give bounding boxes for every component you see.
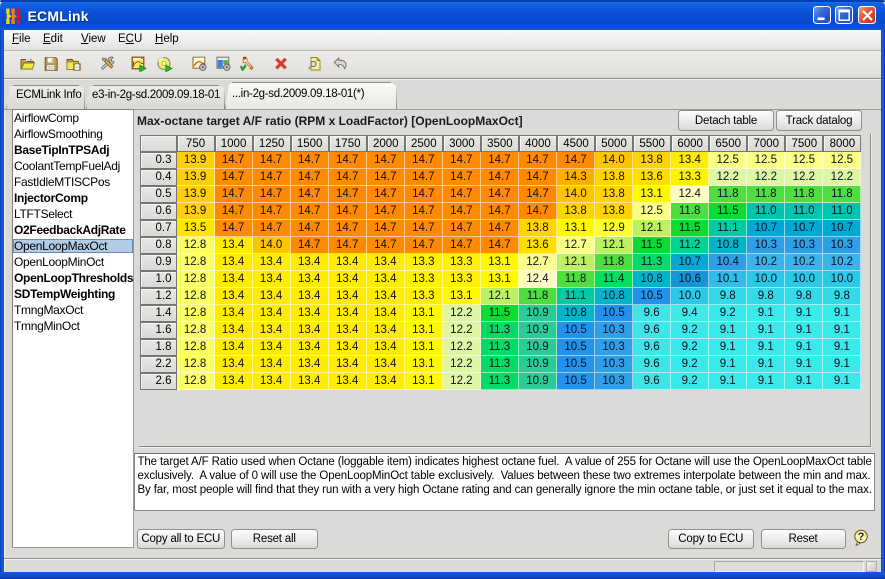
svg-text:?: ?: [858, 531, 865, 543]
